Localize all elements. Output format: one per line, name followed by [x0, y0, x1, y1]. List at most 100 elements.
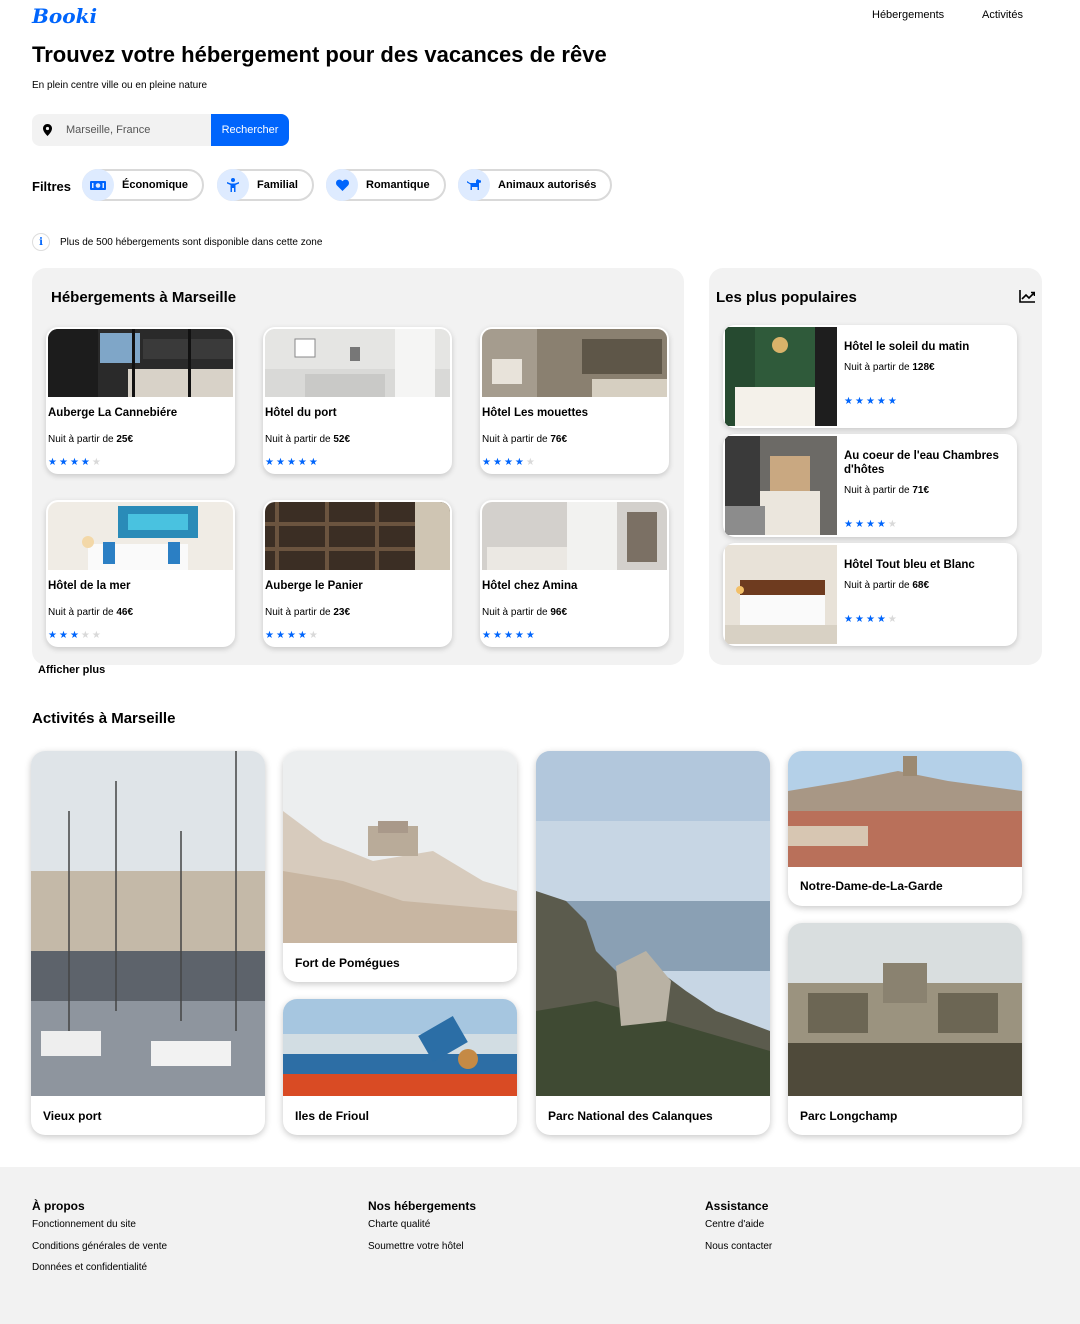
star-filled-icon: ★	[80, 457, 92, 468]
footer-link[interactable]: Données et confidentialité	[32, 1262, 167, 1284]
populaire-card[interactable]: Hôtel le soleil du matin Nuit à partir d…	[723, 325, 1017, 428]
populaire-price: Nuit à partir de 128€	[844, 362, 935, 373]
hotel-photo	[725, 545, 837, 644]
trending-chart-icon	[1019, 290, 1036, 308]
footer-col-apropos: À propos Fonctionnement du site Conditio…	[32, 1199, 167, 1284]
show-more-link[interactable]: Afficher plus	[38, 664, 105, 676]
populaire-card[interactable]: Au coeur de l'eau Chambres d'hôtes Nuit …	[723, 434, 1017, 537]
star-filled-icon: ★	[503, 630, 515, 641]
star-empty-icon: ★	[80, 630, 92, 641]
star-filled-icon: ★	[482, 457, 493, 468]
footer: À propos Fonctionnement du site Conditio…	[0, 1167, 1080, 1324]
populaires-section: Les plus populaires Hôtel le soleil du m…	[709, 268, 1042, 665]
info-message: i Plus de 500 hébergements sont disponib…	[32, 233, 322, 251]
activite-card[interactable]: Fort de Pomégues	[283, 751, 517, 982]
star-filled-icon: ★	[876, 396, 888, 407]
hebergement-price: Nuit à partir de 23€	[265, 607, 351, 618]
star-filled-icon: ★	[265, 457, 276, 468]
filter-economique[interactable]: Économique	[82, 169, 205, 201]
star-filled-icon: ★	[492, 457, 504, 468]
rating-stars: ★★★★★	[482, 457, 537, 468]
hebergement-card[interactable]: Auberge le Panier Nuit à partir de 23€ ★…	[263, 500, 452, 647]
filter-label: Familial	[257, 179, 298, 191]
hotel-photo	[48, 329, 233, 397]
hotel-photo	[482, 502, 667, 570]
rating-stars: ★★★★★	[844, 614, 899, 625]
star-filled-icon: ★	[492, 630, 504, 641]
footer-link[interactable]: Charte qualité	[368, 1219, 476, 1241]
rating-stars: ★★★★★	[265, 630, 320, 641]
footer-link[interactable]: Fonctionnement du site	[32, 1219, 167, 1241]
star-filled-icon: ★	[525, 630, 537, 641]
dog-icon	[458, 169, 490, 201]
hebergement-name: Hôtel Les mouettes	[482, 407, 589, 419]
star-filled-icon: ★	[876, 519, 888, 530]
populaire-card[interactable]: Hôtel Tout bleu et Blanc Nuit à partir d…	[723, 543, 1017, 646]
activity-photo	[788, 923, 1022, 1096]
populaire-price: Nuit à partir de 71€	[844, 485, 930, 496]
footer-link[interactable]: Nous contacter	[705, 1241, 772, 1263]
star-filled-icon: ★	[58, 457, 70, 468]
star-empty-icon: ★	[887, 614, 899, 625]
heart-icon	[326, 169, 358, 201]
hebergement-card[interactable]: Hôtel chez Amina Nuit à partir de 96€ ★★…	[480, 500, 669, 647]
activite-card[interactable]: Iles de Frioul	[283, 999, 517, 1135]
footer-link[interactable]: Soumettre votre hôtel	[368, 1241, 476, 1263]
activity-photo	[536, 751, 770, 1096]
star-filled-icon: ★	[482, 630, 493, 641]
filter-label: Romantique	[366, 179, 430, 191]
nav-hebergements[interactable]: Hébergements	[872, 9, 944, 21]
booki-logo[interactable]: Booki	[32, 4, 97, 28]
activite-card[interactable]: Parc National des Calanques	[536, 751, 770, 1135]
star-filled-icon: ★	[844, 519, 855, 530]
activite-card[interactable]: Notre-Dame-de-La-Garde	[788, 751, 1022, 906]
footer-title: À propos	[32, 1199, 85, 1213]
activite-name: Fort de Pomégues	[295, 956, 400, 970]
star-empty-icon: ★	[91, 457, 103, 468]
activite-name: Iles de Frioul	[295, 1109, 370, 1123]
filter-familial[interactable]: Familial	[217, 169, 314, 201]
hebergement-card[interactable]: Hôtel Les mouettes Nuit à partir de 76€ …	[480, 327, 669, 474]
star-filled-icon: ★	[58, 630, 70, 641]
activite-name: Vieux port	[43, 1109, 102, 1123]
activite-card[interactable]: Vieux port	[31, 751, 265, 1135]
nav-activites[interactable]: Activités	[982, 9, 1023, 21]
footer-link[interactable]: Centre d'aide	[705, 1219, 772, 1241]
hotel-photo	[48, 502, 233, 570]
star-filled-icon: ★	[503, 457, 515, 468]
filter-romantique[interactable]: Romantique	[326, 169, 446, 201]
star-filled-icon: ★	[286, 630, 298, 641]
star-empty-icon: ★	[887, 519, 899, 530]
activite-card[interactable]: Parc Longchamp	[788, 923, 1022, 1135]
populaire-price: Nuit à partir de 68€	[844, 580, 930, 591]
star-filled-icon: ★	[865, 396, 877, 407]
star-filled-icon: ★	[854, 519, 866, 530]
hebergement-card[interactable]: Auberge La Cannebiére Nuit à partir de 2…	[46, 327, 235, 474]
rating-stars: ★★★★★	[265, 457, 320, 468]
search-button[interactable]: Rechercher	[211, 114, 289, 146]
hebergement-card[interactable]: Hôtel du port Nuit à partir de 52€ ★★★★★	[263, 327, 452, 474]
star-filled-icon: ★	[854, 396, 866, 407]
search-input[interactable]	[62, 114, 211, 146]
hebergement-price: Nuit à partir de 76€	[482, 434, 568, 445]
star-filled-icon: ★	[48, 457, 59, 468]
star-filled-icon: ★	[275, 457, 287, 468]
hebergements-title: Hébergements à Marseille	[51, 289, 237, 306]
hebergement-price: Nuit à partir de 52€	[265, 434, 351, 445]
activites-title: Activités à Marseille	[32, 710, 176, 727]
hebergement-name: Hôtel chez Amina	[482, 580, 578, 592]
page-title: Trouvez votre hébergement pour des vacan…	[32, 42, 607, 67]
hebergements-section: Hébergements à Marseille Auberge La Cann…	[32, 268, 684, 665]
filter-animaux[interactable]: Animaux autorisés	[458, 169, 613, 201]
page-subtitle: En plein centre ville ou en pleine natur…	[32, 80, 208, 91]
hotel-photo	[725, 436, 837, 535]
hotel-photo	[265, 329, 450, 397]
rating-stars: ★★★★★	[48, 457, 103, 468]
populaires-title: Les plus populaires	[716, 289, 857, 306]
star-filled-icon: ★	[69, 457, 81, 468]
star-filled-icon: ★	[69, 630, 81, 641]
filter-label: Animaux autorisés	[498, 179, 597, 191]
hebergement-card[interactable]: Hôtel de la mer Nuit à partir de 46€ ★★★…	[46, 500, 235, 647]
populaire-name: Hôtel le soleil du matin	[844, 341, 970, 353]
footer-link[interactable]: Conditions générales de vente	[32, 1241, 167, 1263]
